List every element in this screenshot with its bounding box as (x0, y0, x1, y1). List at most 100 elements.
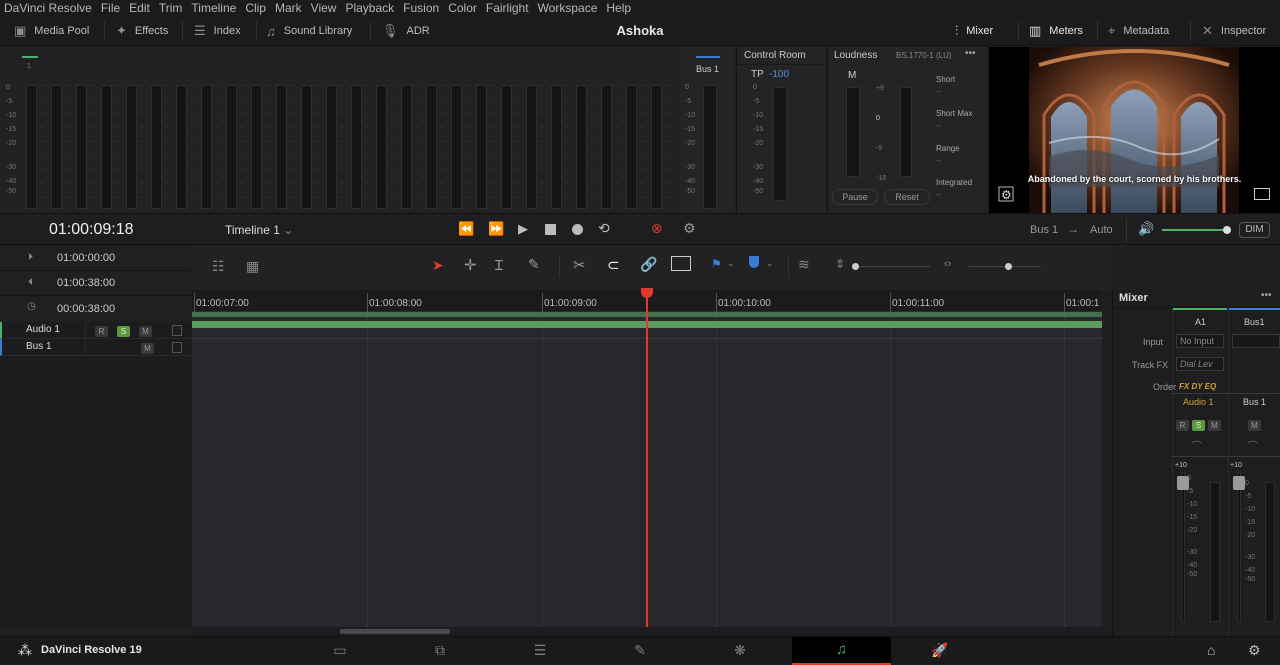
duration-timecode[interactable]: 00:00:38:00 (57, 303, 115, 315)
menu-app[interactable]: DaVinci Resolve (4, 1, 92, 15)
menu-file[interactable]: File (101, 1, 120, 15)
automation-icon[interactable]: ⊗ (651, 220, 663, 237)
record-arm-button[interactable]: R (95, 326, 108, 337)
stop-button[interactable] (545, 224, 556, 235)
speaker-icon[interactable]: 🔊 (1138, 221, 1154, 237)
track-header-audio1[interactable]: Audio 1 RSM (0, 322, 191, 339)
input-selector[interactable]: No Input (1176, 334, 1224, 348)
fairlight-page-tab[interactable]: ♫ (792, 637, 891, 665)
track-fx-slot[interactable]: Dial Lev (1176, 357, 1224, 371)
mixer-mute-button[interactable]: M (1208, 420, 1221, 431)
deliver-page-icon[interactable]: 🚀 (920, 637, 960, 665)
bus1-fader-knob[interactable] (1233, 476, 1245, 490)
view-options-icon[interactable]: ☷ (212, 258, 225, 275)
media-page-icon[interactable]: ▭ (320, 637, 360, 665)
flag-icon[interactable]: ⚑ (711, 257, 722, 271)
out-timecode[interactable]: 01:00:38:00 (57, 277, 115, 289)
menu-fusion[interactable]: Fusion (403, 1, 439, 15)
home-icon[interactable]: ⌂ (1207, 642, 1215, 658)
menu-clip[interactable]: Clip (245, 1, 266, 15)
channel-meter (76, 85, 87, 209)
dim-button[interactable]: DIM (1239, 222, 1270, 238)
mute-button[interactable]: M (141, 343, 154, 354)
grid-icon[interactable]: ▦ (246, 258, 259, 275)
volume-slider[interactable] (1162, 226, 1231, 234)
loop-button[interactable]: ⟲ (598, 220, 610, 237)
automation-view-icon[interactable] (671, 256, 691, 271)
bus-route[interactable]: Bus 1 (1030, 224, 1058, 236)
waveform-zoom-icon[interactable]: ≋ (798, 256, 810, 273)
mixer-bus-mute-button[interactable]: M (1248, 420, 1261, 431)
current-timecode[interactable]: 01:00:09:18 (49, 221, 134, 239)
bus1-fader-track[interactable] (1237, 472, 1241, 622)
cut-page-icon[interactable]: ⧉ (420, 637, 460, 665)
metadata-button[interactable]: ⌖ Metadata (1108, 16, 1169, 46)
viewer-pip-icon[interactable] (1254, 188, 1270, 200)
in-timecode[interactable]: 01:00:00:00 (57, 252, 115, 264)
record-button[interactable] (572, 224, 583, 235)
menu-trim[interactable]: Trim (159, 1, 183, 15)
menu-fairlight[interactable]: Fairlight (486, 1, 529, 15)
pan-icon[interactable]: ⌒ (1191, 438, 1202, 454)
pan-icon[interactable]: ⌒ (1247, 438, 1258, 454)
settings-gear-icon[interactable]: ⚙ (1248, 642, 1261, 659)
rewind-button[interactable]: ⏪ (458, 221, 474, 237)
menu-mark[interactable]: Mark (275, 1, 302, 15)
menu-help[interactable]: Help (606, 1, 631, 15)
mixer-record-button[interactable]: R (1176, 420, 1189, 431)
bus-input-selector[interactable] (1232, 334, 1280, 348)
loudness-more-button[interactable]: ••• (965, 48, 976, 59)
chevron-down-icon[interactable]: ⌄ (727, 258, 735, 269)
range-tool-icon[interactable]: ✛ (464, 256, 477, 274)
mute-button[interactable]: M (139, 326, 152, 337)
timeline-selector[interactable]: Timeline 1 ⌄ (225, 223, 293, 237)
order-value[interactable]: FX DY EQ (1179, 382, 1216, 391)
automation-settings-icon[interactable]: ⚙ (683, 220, 696, 237)
brush-tool-icon[interactable]: ✎ (528, 256, 540, 273)
marker-icon[interactable] (749, 256, 759, 268)
vertical-zoom-slider[interactable] (852, 263, 930, 270)
audio1-fader-track[interactable] (1181, 472, 1185, 622)
fusion-page-icon[interactable]: ✎ (620, 637, 660, 665)
menu-playback[interactable]: Playback (345, 1, 394, 15)
chevron-down-icon[interactable]: ⌄ (766, 258, 774, 269)
index-button[interactable]: ☰ Index (194, 16, 241, 46)
audio1-fader-knob[interactable] (1177, 476, 1189, 490)
menu-timeline[interactable]: Timeline (191, 1, 236, 15)
reset-button[interactable]: Reset (884, 189, 930, 205)
mixer-solo-button[interactable]: S (1192, 420, 1205, 431)
edit-page-icon[interactable]: ☰ (520, 637, 560, 665)
menu-view[interactable]: View (311, 1, 337, 15)
razor-icon[interactable]: ✂ (573, 256, 586, 274)
timeline-scrollbar[interactable] (340, 629, 450, 634)
meters-toggle-button[interactable]: ▥ Meters (1029, 16, 1083, 46)
horizontal-zoom-icon[interactable]: ‹› (944, 258, 951, 270)
media-pool-button[interactable]: ▣ Media Pool (14, 16, 89, 46)
snapping-icon[interactable]: ⊂ (607, 256, 620, 274)
menu-edit[interactable]: Edit (129, 1, 150, 15)
sound-library-button[interactable]: ♫ Sound Library (266, 16, 352, 46)
menu-color[interactable]: Color (448, 1, 477, 15)
link-icon[interactable]: 🔗 (640, 256, 657, 273)
viewer-settings-icon[interactable]: ⚙ (1001, 188, 1012, 202)
solo-button[interactable]: S (117, 326, 130, 337)
adr-button[interactable]: 🎙 ADR (382, 16, 430, 46)
color-page-icon[interactable]: ❋ (720, 637, 760, 665)
timeline-scroll-track[interactable] (192, 627, 1112, 636)
menu-workspace[interactable]: Workspace (538, 1, 598, 15)
pause-button[interactable]: Pause (832, 189, 878, 205)
effects-button[interactable]: ✦ Effects (116, 16, 168, 46)
selection-tool-icon[interactable]: ➤ (432, 257, 444, 274)
video-viewer[interactable]: Abandoned by the court, scorned by his b… (989, 47, 1280, 213)
vertical-zoom-icon[interactable]: ⇕ (835, 257, 845, 271)
mixer-more-button[interactable]: ••• (1261, 290, 1272, 301)
edit-tool-icon[interactable]: Ɪ (495, 256, 503, 275)
play-button[interactable]: ▶ (518, 221, 528, 237)
inspector-button[interactable]: ✕ Inspector (1202, 16, 1266, 46)
fast-forward-button[interactable]: ⏩ (488, 221, 504, 237)
loudness-standard[interactable]: BS.1770-1 (LU) (896, 51, 952, 60)
track-header-bus1[interactable]: Bus 1 M (0, 339, 191, 356)
mixer-toggle-button[interactable]: ⫶ Mixer (955, 16, 993, 46)
automation-mode[interactable]: Auto (1090, 224, 1113, 236)
horizontal-zoom-slider[interactable] (969, 263, 1041, 270)
